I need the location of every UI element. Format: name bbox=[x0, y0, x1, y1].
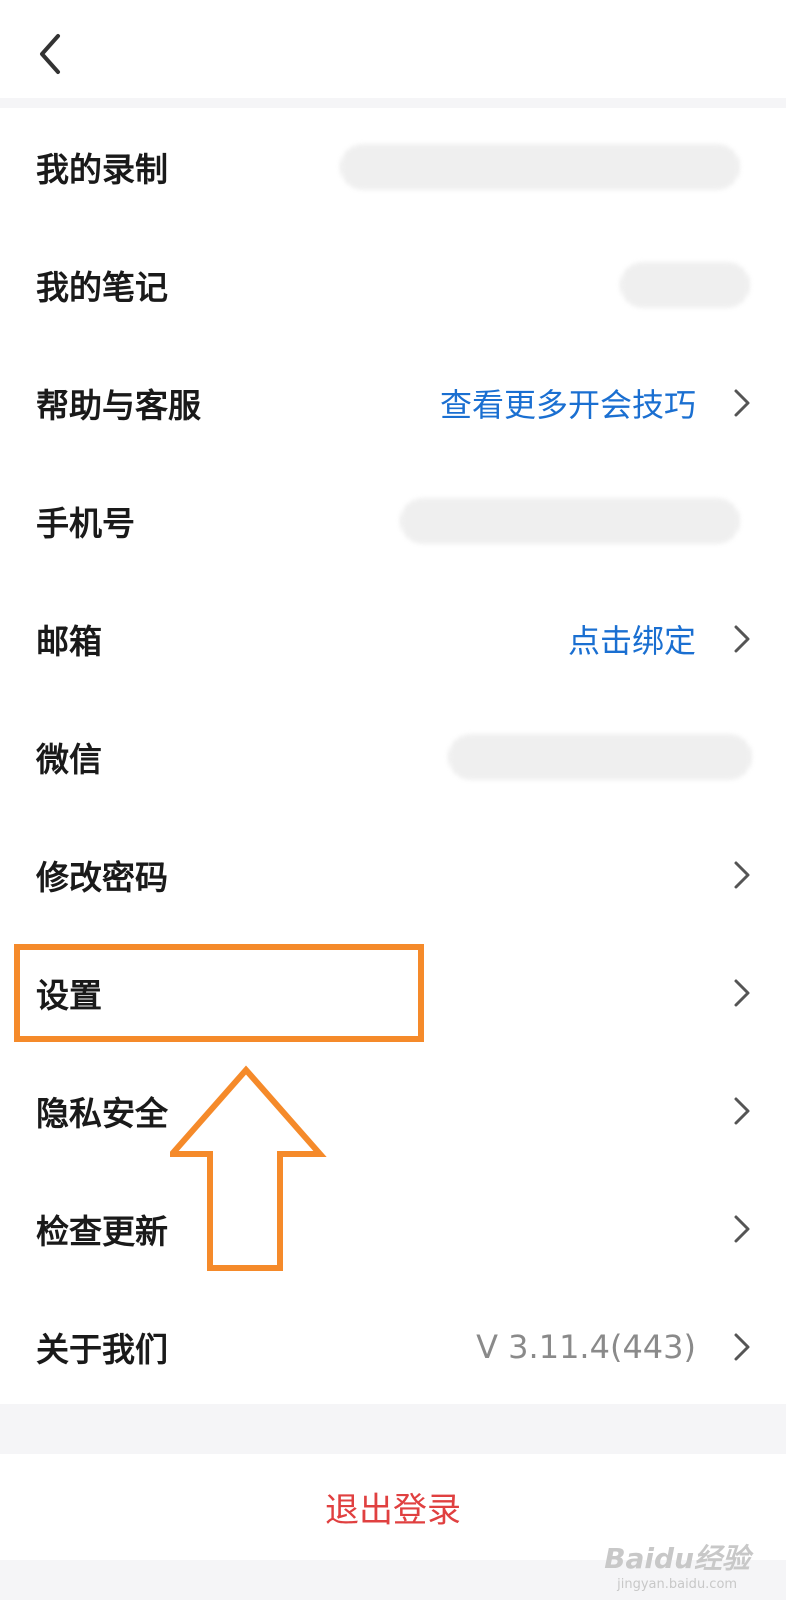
row-help-support[interactable]: 帮助与客服 查看更多开会技巧 bbox=[0, 344, 786, 462]
row-label: 我的笔记 bbox=[36, 268, 168, 307]
chevron-right-icon bbox=[732, 978, 752, 1008]
row-label: 邮箱 bbox=[36, 622, 102, 661]
row-change-password[interactable]: 修改密码 bbox=[0, 816, 786, 934]
redacted-value bbox=[448, 734, 752, 780]
redacted-value bbox=[620, 262, 750, 308]
logout-label: 退出登录 bbox=[325, 1490, 461, 1531]
logout-button[interactable]: 退出登录 bbox=[0, 1454, 786, 1560]
back-button[interactable] bbox=[28, 26, 78, 84]
row-label: 帮助与客服 bbox=[36, 386, 201, 425]
row-my-recordings[interactable]: 我的录制 bbox=[0, 108, 786, 226]
chevron-right-icon bbox=[732, 1096, 752, 1126]
row-check-update[interactable]: 检查更新 bbox=[0, 1170, 786, 1288]
row-settings[interactable]: 设置 bbox=[0, 934, 786, 1052]
row-label: 我的录制 bbox=[36, 150, 168, 189]
row-label: 手机号 bbox=[36, 504, 135, 543]
help-tips-link[interactable]: 查看更多开会技巧 bbox=[440, 380, 696, 426]
settings-list: 我的录制 我的笔记 帮助与客服 查看更多开会技巧 手机号 邮箱 点击绑定 微信 … bbox=[0, 108, 786, 1404]
chevron-right-icon bbox=[732, 624, 752, 654]
row-label: 设置 bbox=[36, 976, 102, 1015]
chevron-right-icon bbox=[732, 388, 752, 418]
version-text: V 3.11.4(443) bbox=[476, 1328, 696, 1366]
row-my-notes[interactable]: 我的笔记 bbox=[0, 226, 786, 344]
row-label: 关于我们 bbox=[36, 1330, 168, 1369]
bind-email-link[interactable]: 点击绑定 bbox=[568, 616, 696, 662]
chevron-left-icon bbox=[28, 26, 78, 84]
row-privacy-security[interactable]: 隐私安全 bbox=[0, 1052, 786, 1170]
settings-screen: 我的录制 我的笔记 帮助与客服 查看更多开会技巧 手机号 邮箱 点击绑定 微信 … bbox=[0, 0, 786, 1600]
row-label: 修改密码 bbox=[36, 858, 168, 897]
row-phone[interactable]: 手机号 bbox=[0, 462, 786, 580]
watermark-url: jingyan.baidu.com bbox=[617, 1577, 738, 1592]
redacted-value bbox=[400, 498, 740, 544]
row-about-us[interactable]: 关于我们 V 3.11.4(443) bbox=[0, 1288, 786, 1406]
chevron-right-icon bbox=[732, 1332, 752, 1362]
row-wechat[interactable]: 微信 bbox=[0, 698, 786, 816]
row-label: 微信 bbox=[36, 740, 102, 779]
redacted-value bbox=[340, 144, 740, 190]
row-email[interactable]: 邮箱 点击绑定 bbox=[0, 580, 786, 698]
chevron-right-icon bbox=[732, 1214, 752, 1244]
row-label: 检查更新 bbox=[36, 1212, 168, 1251]
chevron-right-icon bbox=[732, 860, 752, 890]
top-bar bbox=[0, 0, 786, 98]
row-label: 隐私安全 bbox=[36, 1094, 168, 1133]
